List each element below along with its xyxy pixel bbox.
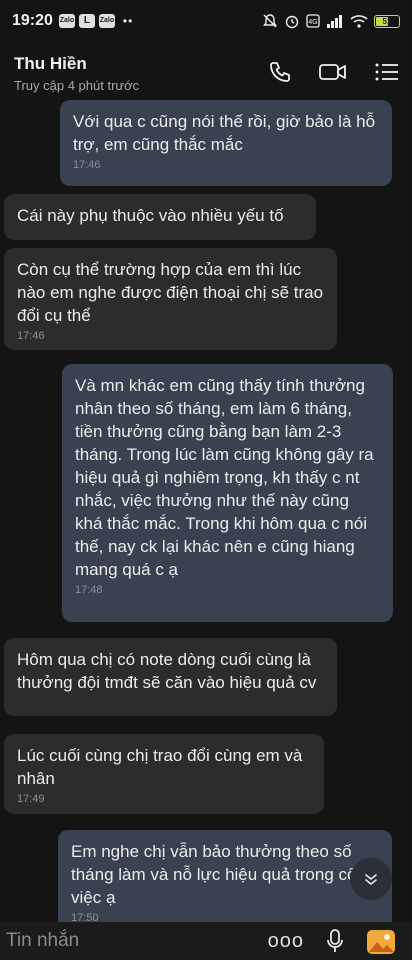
- status-bar: 19:20 Zalo L Zalo •• 4G 51: [0, 0, 412, 42]
- message-bubble[interactable]: Hôm qua chị có note dòng cuối cùng là th…: [4, 638, 337, 716]
- video-camera-icon[interactable]: [318, 60, 348, 84]
- message-time: 17:46: [73, 159, 101, 171]
- phone-icon[interactable]: [268, 60, 292, 84]
- svg-text:4G: 4G: [308, 19, 317, 26]
- chat-header: Thu Hiền Truy cập 4 phút trước: [0, 42, 412, 104]
- message-bubble[interactable]: Cái này phụ thuộc vào nhiều yếu tố: [4, 194, 316, 240]
- message-bubble[interactable]: Còn cụ thể trường hợp của em thì lúc nào…: [4, 248, 337, 350]
- message-bubble[interactable]: Với qua c cũng nói thế rồi, giờ bảo là h…: [60, 100, 392, 186]
- more-notifications-dots: ••: [122, 14, 134, 28]
- signal-icon: [327, 15, 342, 28]
- l-notification-icon: L: [78, 14, 95, 28]
- alarm-icon: [285, 15, 299, 29]
- message-text: Và mn khác em cũng thấy tính thưởng nhân…: [75, 376, 374, 579]
- message-text: Lúc cuối cùng chị trao đổi cùng em và nh…: [17, 746, 303, 788]
- microphone-icon[interactable]: [326, 928, 344, 954]
- message-text: Cái này phụ thuộc vào nhiều yếu tố: [17, 206, 284, 225]
- zalo-notification-icon: Zalo: [58, 14, 75, 28]
- battery-level: 51: [382, 16, 392, 26]
- message-input-bar: Tin nhắn ooo: [0, 922, 412, 960]
- battery-icon: 51: [374, 14, 400, 28]
- status-icons: 4G 51: [262, 13, 400, 29]
- message-text: Hôm qua chị có note dòng cuối cùng là th…: [17, 650, 317, 692]
- wifi-icon: [350, 15, 368, 28]
- scroll-to-bottom-button[interactable]: [350, 858, 392, 900]
- message-list[interactable]: Với qua c cũng nói thế rồi, giờ bảo là h…: [0, 96, 412, 922]
- zalo-notification-icon-2: Zalo: [98, 14, 115, 28]
- message-time: 17:46: [17, 330, 45, 342]
- volte-icon: 4G: [306, 14, 320, 28]
- message-input[interactable]: Tin nhắn: [6, 930, 79, 952]
- image-gallery-icon[interactable]: [366, 927, 396, 955]
- message-text: Với qua c cũng nói thế rồi, giờ bảo là h…: [73, 112, 376, 154]
- message-time: 17:48: [75, 584, 103, 596]
- chevron-down-icon: [365, 874, 377, 885]
- message-text: Em nghe chị vẫn bảo thưởng theo số tháng…: [71, 842, 376, 907]
- message-bubble[interactable]: Em nghe chị vẫn bảo thưởng theo số tháng…: [58, 830, 392, 922]
- message-time: 17:49: [17, 793, 45, 805]
- more-options-button[interactable]: ooo: [268, 930, 304, 953]
- message-bubble[interactable]: Lúc cuối cùng chị trao đổi cùng em và nh…: [4, 734, 324, 814]
- message-bubble[interactable]: Và mn khác em cũng thấy tính thưởng nhân…: [62, 364, 393, 622]
- message-time: 17:50: [71, 912, 99, 922]
- input-tools: ooo: [268, 927, 406, 955]
- header-actions: [268, 60, 400, 84]
- message-text: Còn cụ thể trường hợp của em thì lúc nào…: [17, 260, 324, 325]
- menu-list-icon[interactable]: [374, 61, 400, 83]
- mute-bell-icon: [263, 14, 277, 28]
- status-time: 19:20: [12, 12, 53, 29]
